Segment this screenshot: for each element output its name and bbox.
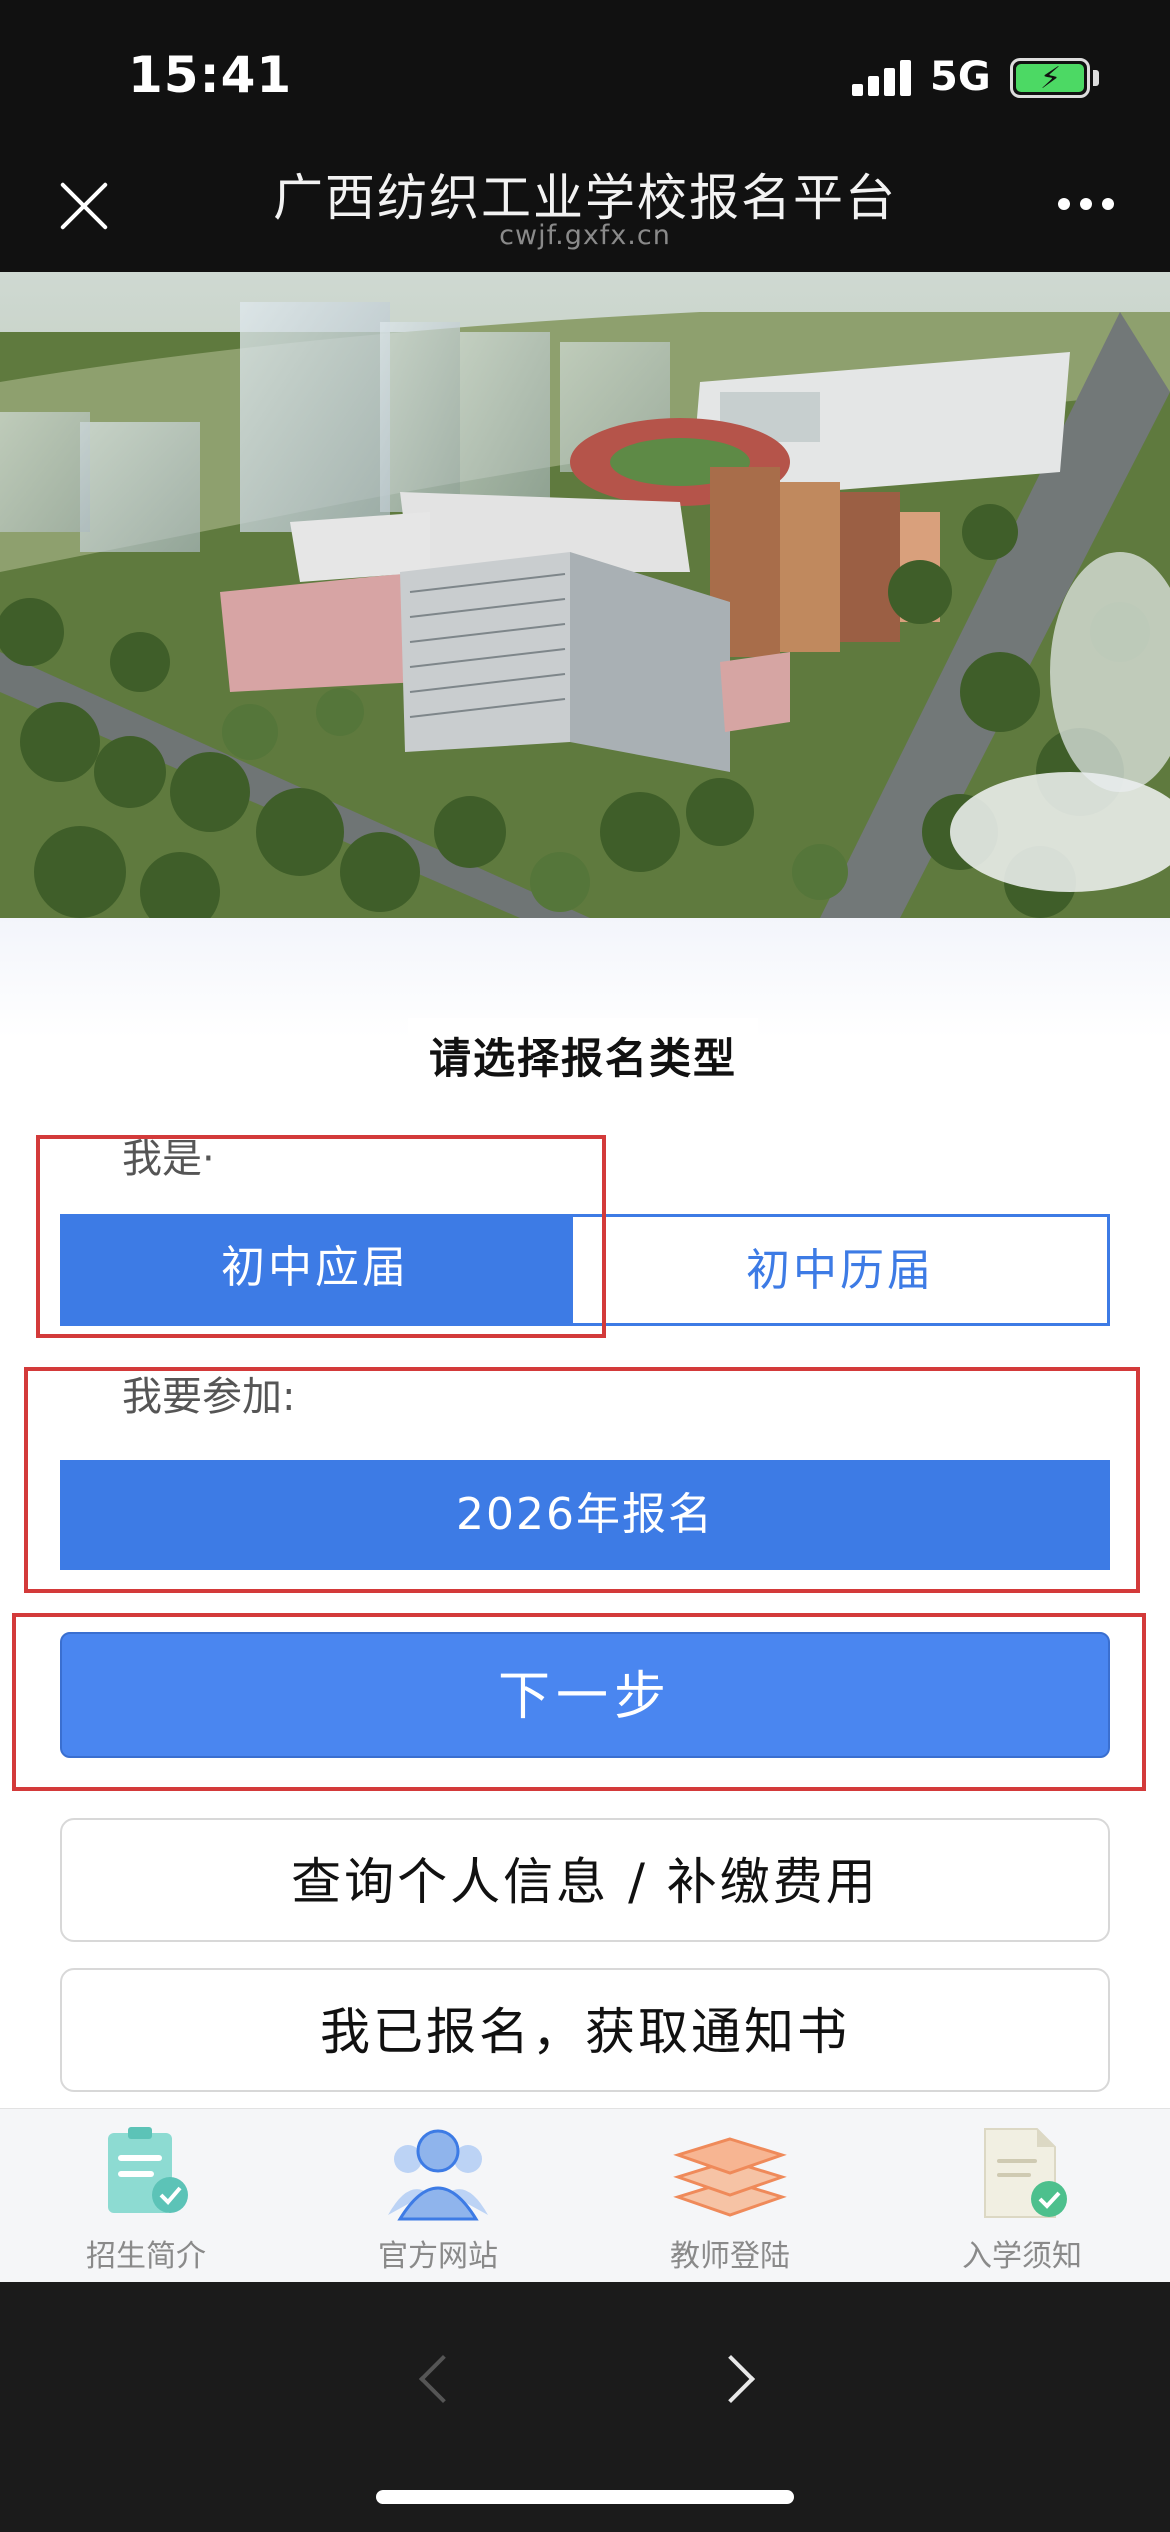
registration-form: 请选择报名类型 我是· 初中应届 初中历届 我要参加: 2026年报名 下一步 … bbox=[0, 918, 1170, 2108]
forward-arrow-icon[interactable] bbox=[706, 2354, 756, 2404]
tab-bar: 招生简介 官方网站 教师登陆 入学须知 bbox=[0, 2108, 1170, 2282]
clipboard-check-icon bbox=[108, 2127, 188, 2213]
get-notice-button[interactable]: 我已报名，获取通知书 bbox=[60, 1968, 1110, 2092]
tab-label: 官方网站 bbox=[378, 2239, 498, 2274]
form-heading: 请选择报名类型 bbox=[408, 1018, 758, 1100]
type-option-previous-grad[interactable]: 初中历届 bbox=[570, 1214, 1110, 1326]
layers-icon bbox=[673, 2137, 787, 2217]
people-icon bbox=[388, 2129, 488, 2221]
year-option-button[interactable]: 2026年报名 bbox=[60, 1460, 1110, 1570]
back-arrow-icon[interactable] bbox=[418, 2354, 468, 2404]
tab-admissions-intro[interactable]: 招生简介 bbox=[0, 2123, 292, 2283]
battery-charging-icon: ⚡ bbox=[1010, 58, 1090, 98]
page-url: cwjf.gxfx.cn bbox=[499, 220, 671, 251]
battery-tip bbox=[1093, 70, 1099, 86]
tab-official-site[interactable]: 官方网站 bbox=[292, 2123, 584, 2283]
iam-label: 我是· bbox=[122, 1136, 215, 1182]
campus-banner-image bbox=[0, 272, 1170, 918]
browser-toolbar bbox=[0, 2282, 1170, 2532]
document-check-icon bbox=[984, 2128, 1067, 2218]
more-icon[interactable] bbox=[1058, 198, 1114, 212]
next-step-button[interactable]: 下一步 bbox=[60, 1632, 1110, 1758]
network-type: 5G bbox=[930, 54, 991, 100]
status-time: 15:41 bbox=[128, 46, 293, 104]
join-label: 我要参加: bbox=[122, 1374, 296, 1420]
nav-bar: 广西纺织工业学校报名平台 cwjf.gxfx.cn bbox=[0, 140, 1170, 272]
tab-label: 招生简介 bbox=[86, 2239, 206, 2274]
tab-teacher-login[interactable]: 教师登陆 bbox=[584, 2123, 876, 2283]
status-bar: 15:41 5G ⚡ bbox=[0, 0, 1170, 140]
tab-label: 教师登陆 bbox=[670, 2239, 790, 2274]
home-indicator bbox=[376, 2490, 794, 2504]
signal-icon bbox=[852, 60, 912, 96]
type-option-current-grad[interactable]: 初中应届 bbox=[60, 1214, 570, 1326]
tab-enrollment-notice[interactable]: 入学须知 bbox=[876, 2123, 1168, 2283]
tab-label: 入学须知 bbox=[962, 2239, 1082, 2274]
query-info-button[interactable]: 查询个人信息 / 补缴费用 bbox=[60, 1818, 1110, 1942]
